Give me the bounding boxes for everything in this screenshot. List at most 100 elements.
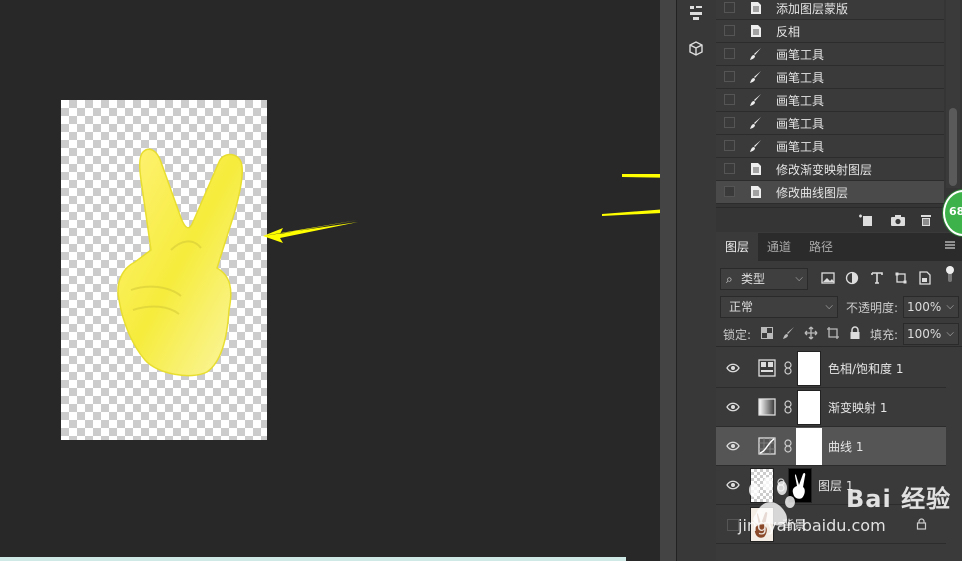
hue-saturation-icon xyxy=(758,359,776,377)
filter-toggle-icon[interactable] xyxy=(942,266,958,282)
watermark-url: jingyan.baidu.com xyxy=(738,516,886,535)
camera-icon[interactable] xyxy=(888,211,908,229)
scrollbar-thumb[interactable] xyxy=(949,108,957,186)
history-item[interactable]: 画笔工具 xyxy=(716,66,944,89)
snapshot-checkbox[interactable] xyxy=(724,163,735,174)
chevron-down-icon: ⌵ xyxy=(946,328,954,339)
badge-text: 68 xyxy=(949,205,962,218)
type-filter-icon[interactable] xyxy=(869,270,885,286)
history-item-label: 修改曲线图层 xyxy=(776,186,849,200)
snapshot-checkbox[interactable] xyxy=(724,2,735,13)
snapshot-checkbox[interactable] xyxy=(724,140,735,151)
layer-row[interactable]: 渐变映射 1 xyxy=(716,388,946,427)
adjustment-filter-icon[interactable] xyxy=(844,270,860,286)
link-icon[interactable] xyxy=(783,439,793,453)
document-canvas-area[interactable] xyxy=(0,0,660,561)
tab-layers[interactable]: 图层 xyxy=(716,233,759,261)
gradient-map-icon xyxy=(758,398,776,416)
lock-position-icon[interactable] xyxy=(803,325,819,341)
eye-icon[interactable] xyxy=(726,401,740,413)
search-icon: ⌕ xyxy=(726,272,733,286)
opacity-label: 不透明度: xyxy=(846,301,899,315)
link-icon[interactable] xyxy=(783,400,793,414)
history-item[interactable]: 添加图层蒙版 xyxy=(716,0,944,20)
3d-cube-icon[interactable] xyxy=(683,36,709,62)
opacity-field[interactable]: 100% ⌵ xyxy=(903,296,959,318)
status-strip xyxy=(0,557,626,561)
history-item-label: 修改渐变映射图层 xyxy=(776,163,873,177)
history-item[interactable]: 反相 xyxy=(716,20,944,43)
opacity-value: 100% xyxy=(907,300,942,314)
hand-image xyxy=(117,148,243,377)
lock-artboard-icon[interactable] xyxy=(825,325,841,341)
fill-value: 100% xyxy=(907,327,942,341)
layer-name[interactable]: 色相/饱和度 1 xyxy=(828,360,904,377)
fill-field[interactable]: 100% ⌵ xyxy=(903,323,959,345)
layer-mask-thumbnail[interactable] xyxy=(797,351,821,386)
snapshot-checkbox[interactable] xyxy=(724,117,735,128)
history-panel: 添加图层蒙版 反相 画笔工具 画笔工具 画笔工具 画笔工具 画笔工具 修改渐变映… xyxy=(716,0,962,207)
lock-all-icon[interactable] xyxy=(847,325,863,341)
snapshot-checkbox[interactable] xyxy=(724,48,735,59)
history-item-label: 画笔工具 xyxy=(776,71,825,85)
layer-name[interactable]: 曲线 1 xyxy=(828,438,863,455)
layer-name[interactable]: 渐变映射 1 xyxy=(828,399,887,416)
document-icon xyxy=(748,161,764,177)
brush-icon xyxy=(748,92,764,108)
history-item-label: 画笔工具 xyxy=(776,48,825,62)
shape-filter-icon[interactable] xyxy=(893,270,909,286)
history-item[interactable]: 画笔工具 xyxy=(716,89,944,112)
history-item-label: 画笔工具 xyxy=(776,117,825,131)
history-item-selected[interactable]: 修改曲线图层 xyxy=(716,181,944,204)
fill-label: 填充: xyxy=(870,328,899,342)
history-item[interactable]: 画笔工具 xyxy=(716,112,944,135)
layer-mask-thumbnail-active[interactable] xyxy=(796,428,822,465)
pixel-filter-icon[interactable] xyxy=(820,270,836,286)
divider xyxy=(716,346,962,347)
eye-icon[interactable] xyxy=(726,362,740,374)
layers-panel-tabs: 图层 通道 路径 xyxy=(716,233,962,261)
filter-kind-value: 类型 xyxy=(741,272,766,286)
history-item[interactable]: 画笔工具 xyxy=(716,43,944,66)
history-scrollbar[interactable] xyxy=(946,0,960,188)
layer-row-selected[interactable]: 曲线 1 xyxy=(716,427,946,466)
panel-menu-icon[interactable] xyxy=(944,239,956,251)
brush-icon xyxy=(748,115,764,131)
history-item-label: 添加图层蒙版 xyxy=(776,2,849,16)
chevron-down-icon: ⌵ xyxy=(795,273,803,284)
curves-icon xyxy=(758,437,776,455)
panel-dock-edge xyxy=(660,0,676,561)
lock-pixels-icon[interactable] xyxy=(781,325,797,341)
chevron-down-icon: ⌵ xyxy=(825,301,833,312)
new-document-from-state-icon[interactable] xyxy=(856,211,876,229)
link-icon[interactable] xyxy=(783,361,793,375)
panel-icon-column xyxy=(676,0,717,561)
tab-paths[interactable]: 路径 xyxy=(800,233,842,261)
lock-transparent-icon[interactable] xyxy=(759,325,775,341)
snapshot-checkbox[interactable] xyxy=(724,94,735,105)
layer-row[interactable]: 色相/饱和度 1 xyxy=(716,349,946,388)
document-icon xyxy=(748,0,764,16)
lock-label: 锁定: xyxy=(723,328,752,342)
history-item-label: 画笔工具 xyxy=(776,140,825,154)
tab-channels[interactable]: 通道 xyxy=(758,233,800,261)
snapshot-checkbox[interactable] xyxy=(724,186,735,197)
eye-icon[interactable] xyxy=(726,440,740,452)
blend-mode-select[interactable]: 正常 ⌵ xyxy=(720,296,838,318)
snapshot-checkbox[interactable] xyxy=(724,71,735,82)
chevron-down-icon: ⌵ xyxy=(946,301,954,312)
layer-filter-select[interactable]: ⌕ 类型 ⌵ xyxy=(720,268,808,290)
snapshot-checkbox[interactable] xyxy=(724,25,735,36)
brush-icon xyxy=(748,138,764,154)
watermark-brand: Bai 经验 xyxy=(846,485,952,513)
clone-source-icon[interactable] xyxy=(683,0,709,26)
brush-icon xyxy=(748,46,764,62)
smart-object-filter-icon[interactable] xyxy=(917,270,933,286)
history-item[interactable]: 画笔工具 xyxy=(716,135,944,158)
brush-icon xyxy=(748,69,764,85)
document-icon xyxy=(748,184,764,200)
trash-icon[interactable] xyxy=(916,211,936,229)
history-item[interactable]: 修改渐变映射图层 xyxy=(716,158,944,181)
document-canvas[interactable] xyxy=(61,100,267,440)
layer-mask-thumbnail[interactable] xyxy=(797,390,821,425)
